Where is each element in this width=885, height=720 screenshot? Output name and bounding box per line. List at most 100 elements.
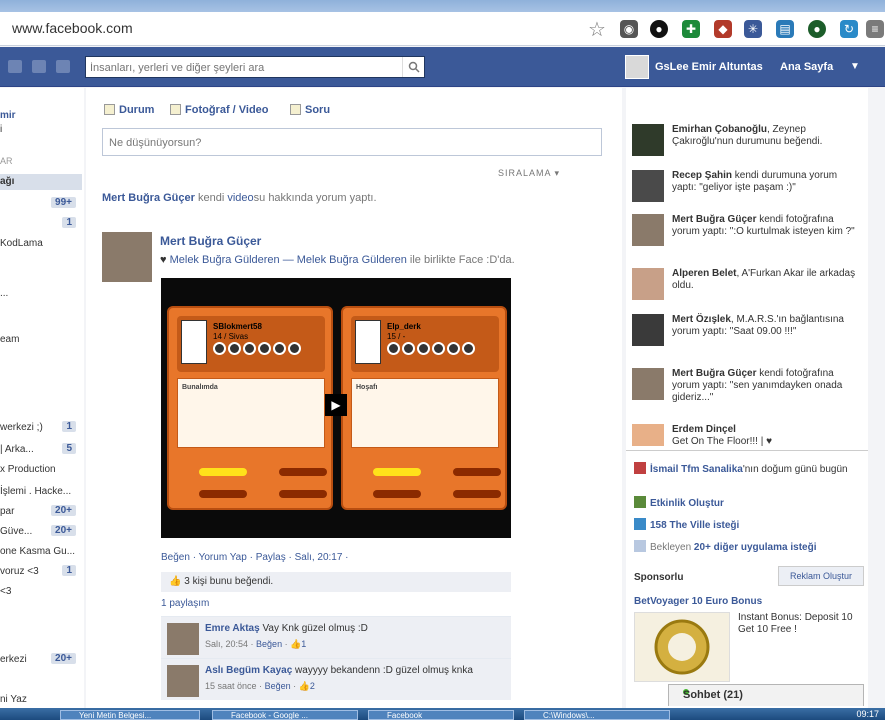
create-ad-button[interactable]: Reklam Oluştur — [778, 566, 864, 586]
address-bar[interactable]: www.facebook.com — [12, 20, 133, 36]
ticker-item[interactable]: Mert Buğra Güçer kendi fotoğrafına yorum… — [632, 212, 864, 260]
tagged-friend-link[interactable]: Melek Buğra Gülderen — Melek Buğra Gülde… — [170, 254, 407, 266]
taskbar-button[interactable]: C:\Windows\... — [524, 710, 670, 720]
extension-icon[interactable]: ◉ — [620, 20, 638, 38]
sidebar-item[interactable]: | Arka... 5 — [0, 442, 82, 458]
sidebar-item[interactable]: 99+ — [0, 196, 82, 212]
ad-logo-icon — [654, 619, 710, 675]
chat-tab[interactable]: Sohbet (21) — [668, 684, 864, 706]
sidebar-item[interactable]: <3 — [0, 584, 82, 600]
video-link[interactable]: video — [227, 192, 253, 204]
create-event-link[interactable]: Etkinlik Oluştur — [634, 496, 724, 509]
messages-icon[interactable] — [32, 60, 46, 73]
sidebar-item[interactable]: İşlemi . Hacke... — [0, 484, 82, 500]
ticker-item[interactable]: Erdem Dinçel Get On The Floor!!! | ♥ — [632, 422, 864, 446]
os-taskbar: Yeni Metin Belgesi... Facebook - Google … — [0, 708, 885, 720]
sidebar-item[interactable]: KodLama — [0, 236, 82, 252]
ticker-item[interactable]: Emirhan Çobanoğlu, Zeynep Çakıroğlu'nun … — [632, 122, 864, 170]
sidebar-item[interactable]: ağı — [0, 174, 82, 190]
ticker-item[interactable]: Mert Buğra Güçer kendi fotoğrafına yorum… — [632, 366, 864, 414]
sidebar-item-label: mir — [0, 110, 16, 121]
extension-icon[interactable]: ✳ — [744, 20, 762, 38]
sidebar-item-label: Güve... — [0, 526, 33, 537]
post-author-avatar[interactable] — [102, 232, 152, 282]
post-actions[interactable]: Beğen · Yorum Yap · Paylaş · Salı, 20:17… — [161, 552, 349, 563]
likes-text[interactable]: 3 kişi bunu beğendi. — [184, 576, 273, 587]
sidebar-item[interactable]: werkezi ;) 1 — [0, 420, 82, 436]
story-actor-link[interactable]: Mert Buğra Güçer — [102, 192, 195, 204]
sidebar-item-label: erkezi — [0, 654, 27, 665]
comment-time: 15 saat önce · — [205, 681, 263, 691]
sidebar-item[interactable]: voruz <3 1 — [0, 564, 82, 580]
sidebar-item[interactable]: one Kasma Gu... — [0, 544, 82, 560]
pending-requests-link[interactable]: Bekleyen 20+ diğer uygulama isteği — [634, 540, 816, 553]
ad-title-link[interactable]: BetVoyager 10 Euro Bonus — [634, 596, 762, 607]
comment-like-count[interactable]: 2 — [310, 681, 315, 691]
extension-icon[interactable]: ◆ — [714, 20, 732, 38]
post-author-link[interactable]: Mert Buğra Güçer — [160, 234, 261, 248]
wrench-icon[interactable]: ≡ — [866, 20, 884, 38]
extension-icon[interactable]: ▤ — [776, 20, 794, 38]
sidebar-item[interactable]: i — [0, 122, 82, 138]
sidebar-item[interactable]: 1 — [0, 216, 82, 232]
tab-question[interactable]: Soru — [290, 104, 330, 116]
extension-icon[interactable]: ● — [650, 20, 668, 38]
status-input[interactable]: Ne düşünüyorsun? — [102, 128, 602, 156]
comment-author-link[interactable]: Aslı Begüm Kayaç — [205, 665, 292, 676]
home-link[interactable]: Ana Sayfa — [780, 61, 833, 73]
sidebar-item[interactable]: par 20+ — [0, 504, 82, 520]
friend-requests-icon[interactable] — [8, 60, 22, 73]
search-input[interactable] — [90, 60, 400, 75]
comment-author-link[interactable]: Emre Aktaş — [205, 623, 260, 634]
ticker-item[interactable]: Recep Şahin kendi durumuna yorum yaptı: … — [632, 168, 864, 216]
notifications-icon[interactable] — [56, 60, 70, 73]
sidebar-item-label: ağı — [0, 176, 15, 187]
comment-avatar[interactable] — [167, 665, 199, 697]
ticker-avatar — [632, 268, 664, 300]
app-request-link[interactable]: 158 The Ville isteği — [634, 518, 739, 531]
comment-text: Vay Knk güzel olmuş :D — [262, 623, 368, 634]
profile-name-link[interactable]: GsLee Emir Altuntas — [655, 61, 763, 73]
ticker-item[interactable]: Mert Özışlek, M.A.R.S.'ın bağlantısına y… — [632, 312, 864, 360]
sort-menu[interactable]: SIRALAMA ▾ — [498, 168, 560, 179]
profile-avatar[interactable] — [625, 55, 649, 79]
bookmark-star-icon[interactable]: ☆ — [588, 17, 606, 42]
sidebar-item[interactable]: Güve... 20+ — [0, 524, 82, 540]
birthday-name-link[interactable]: İsmail Tfm Sanalika — [650, 464, 743, 475]
extension-icon[interactable]: ✚ — [682, 20, 700, 38]
video-player[interactable]: SBlokmert58 14 / Sivas Bunalımda Elp_der… — [161, 278, 511, 538]
post-actions-text[interactable]: Beğen · Yorum Yap · Paylaş · Salı, 20:17… — [161, 552, 349, 563]
sidebar-item-label: <3 — [0, 586, 12, 597]
shares-link[interactable]: 1 paylaşım — [161, 598, 209, 609]
extension-icon[interactable]: ● — [808, 20, 826, 38]
progress-bar — [373, 468, 421, 476]
sidebar-item[interactable]: x Production — [0, 462, 82, 478]
ad-image[interactable] — [634, 612, 730, 682]
extension-icon[interactable]: ↻ — [840, 20, 858, 38]
account-menu-caret-icon[interactable]: ▼ — [850, 61, 860, 72]
ticker-item[interactable]: Alperen Belet, A'Furkan Akar ile arkadaş… — [632, 266, 864, 314]
sidebar-item-label: İşlemi . Hacke... — [0, 486, 72, 497]
progress-bar — [453, 468, 501, 476]
sidebar-item[interactable]: eam — [0, 332, 82, 348]
shares-summary[interactable]: 1 paylaşım — [161, 598, 209, 609]
ticker-name: Emirhan Çobanoğlu — [672, 124, 767, 135]
tab-status[interactable]: Durum — [104, 104, 154, 116]
search-button[interactable] — [402, 57, 424, 77]
sidebar-section: AR — [0, 154, 82, 170]
comment-like-link[interactable]: Beğen — [256, 639, 282, 649]
taskbar-button[interactable]: Yeni Metin Belgesi... — [60, 710, 200, 720]
comment-like-link[interactable]: Beğen — [265, 681, 291, 691]
play-icon[interactable]: ▶ — [325, 394, 347, 416]
sidebar-item[interactable]: ni Yaz — [0, 692, 82, 708]
ticker-avatar — [632, 368, 664, 400]
app-request-label: 158 The Ville isteği — [650, 520, 740, 531]
tab-photo-video[interactable]: Fotoğraf / Video — [170, 104, 269, 116]
comment-avatar[interactable] — [167, 623, 199, 655]
comment-like-count[interactable]: 1 — [301, 639, 306, 649]
sidebar-item[interactable]: ... — [0, 286, 82, 302]
taskbar-button[interactable]: Facebook — [368, 710, 514, 720]
sidebar-item[interactable]: erkezi 20+ — [0, 652, 82, 668]
taskbar-button[interactable]: Facebook - Google ... — [212, 710, 358, 720]
left-sidebar: mir i AR ağı 99+ 1 KodLama ... eam werke… — [0, 88, 84, 708]
